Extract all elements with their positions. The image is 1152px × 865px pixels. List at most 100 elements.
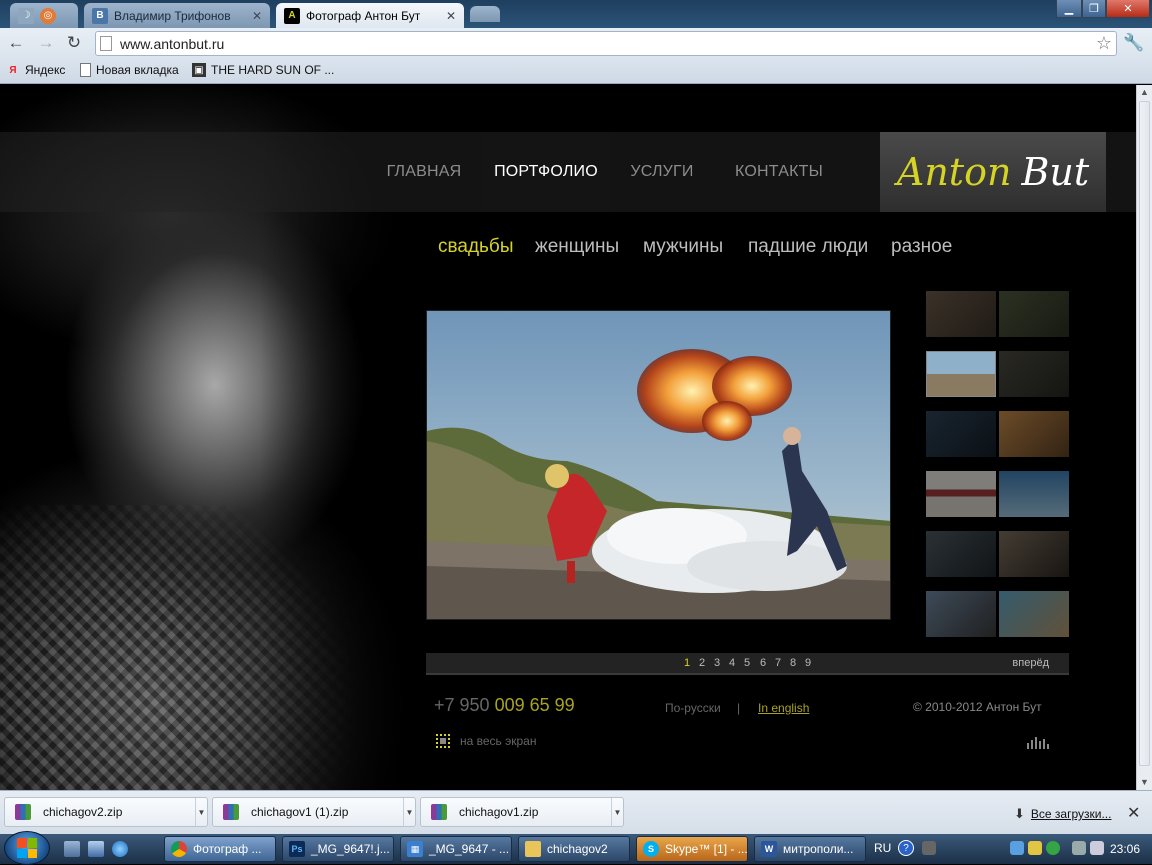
next-link[interactable]: вперёд (1012, 657, 1049, 669)
nav-portfolio[interactable]: ПОРТФОЛИО (482, 132, 610, 212)
lang-english[interactable]: In english (758, 701, 809, 715)
download-item[interactable]: chichagov1.zip ▼ (420, 797, 624, 827)
new-tab-button[interactable] (470, 6, 500, 22)
scrollbar-thumb[interactable] (1139, 101, 1150, 766)
wrench-icon[interactable]: 🔧 (1123, 33, 1144, 53)
task-word[interactable]: W митрополи... (754, 836, 866, 862)
nav-contacts[interactable]: КОНТАКТЫ (724, 132, 834, 212)
bookmark-hard-sun[interactable]: ▣ THE HARD SUN OF ... (192, 63, 334, 77)
clock[interactable]: 23:06 (1110, 842, 1140, 856)
all-downloads-link[interactable]: ⬇ Все загрузки... (1014, 806, 1111, 822)
lang-separator: | (737, 701, 741, 715)
download-item[interactable]: chichagov1 (1).zip ▼ (212, 797, 416, 827)
task-chrome[interactable]: Фотограф ... (164, 836, 276, 862)
category-women[interactable]: женщины (535, 236, 619, 258)
bookmark-label: THE HARD SUN OF ... (211, 63, 335, 77)
chevron-down-icon[interactable]: ▼ (195, 798, 207, 826)
address-bar[interactable]: www.antonbut.ru ☆ (95, 31, 1117, 56)
scroll-down-icon[interactable]: ▼ (1140, 777, 1149, 787)
bookmark-star-icon[interactable]: ☆ (1096, 33, 1112, 54)
nav-home[interactable]: ГЛАВНАЯ (372, 132, 476, 212)
vertical-scrollbar[interactable]: ▲ ▼ (1136, 85, 1152, 790)
fullscreen-button[interactable]: на весь экран (436, 734, 536, 748)
tray-icon[interactable] (1046, 841, 1060, 855)
chrome-icon (171, 841, 187, 857)
nav-services[interactable]: УСЛУГИ (616, 132, 708, 212)
page-icon (100, 36, 112, 51)
thumbnail[interactable] (999, 531, 1069, 577)
maximize-button[interactable]: ❐ (1082, 0, 1106, 18)
forward-icon[interactable]: → (36, 33, 56, 53)
music-equalizer-icon[interactable] (1027, 737, 1049, 749)
scroll-up-icon[interactable]: ▲ (1140, 87, 1149, 97)
category-misc[interactable]: разное (891, 236, 952, 258)
page-link-3[interactable]: 3 (714, 657, 720, 669)
close-icon[interactable]: ✕ (446, 9, 456, 23)
explorer-icon[interactable] (88, 841, 104, 857)
thumbnail[interactable] (926, 531, 996, 577)
thumbnail[interactable] (999, 411, 1069, 457)
category-fallen-people[interactable]: падшие люди (748, 236, 868, 258)
thumbnail-active[interactable] (926, 351, 996, 397)
language-indicator[interactable]: RU (874, 841, 891, 855)
task-label: _MG_9647!.j... (311, 842, 390, 856)
page-link-6[interactable]: 6 (760, 657, 766, 669)
category-weddings[interactable]: свадьбы (438, 236, 513, 258)
tab-antonbut[interactable]: A Фотограф Антон Бут ✕ (276, 3, 464, 28)
task-label: Фотограф ... (193, 842, 262, 856)
download-filename: chichagov1.zip (459, 805, 539, 819)
thumbnail[interactable] (999, 471, 1069, 517)
download-item[interactable]: chichagov2.zip ▼ (4, 797, 208, 827)
close-icon[interactable]: ✕ (252, 9, 262, 23)
close-icon[interactable]: ✕ (1127, 803, 1140, 823)
phone-number: +7 950 009 65 99 (434, 695, 575, 716)
reload-icon[interactable]: ↻ (64, 33, 84, 53)
lang-russian[interactable]: По-русски (665, 701, 721, 715)
page-link-2[interactable]: 2 (699, 657, 705, 669)
page-link-9[interactable]: 9 (805, 657, 811, 669)
page-link-7[interactable]: 7 (775, 657, 781, 669)
thumbnail[interactable] (999, 351, 1069, 397)
chevron-down-icon[interactable]: ▼ (403, 798, 415, 826)
tab-pinned[interactable]: ☽ ◎ (10, 3, 78, 28)
tray-icon[interactable] (1010, 841, 1024, 855)
bookmark-yandex[interactable]: Я Яндекс (6, 63, 65, 77)
thumbnail[interactable] (926, 591, 996, 637)
task-photoshop[interactable]: Ps _MG_9647!.j... (282, 836, 394, 862)
page-link-4[interactable]: 4 (729, 657, 735, 669)
thumbnail[interactable] (999, 291, 1069, 337)
fullscreen-label: на весь экран (460, 734, 537, 748)
chevron-down-icon[interactable]: ▼ (611, 798, 623, 826)
internet-explorer-icon[interactable] (112, 841, 128, 857)
word-icon: W (761, 841, 777, 857)
network-icon[interactable] (1072, 841, 1086, 855)
url-text[interactable]: www.antonbut.ru (120, 36, 224, 52)
task-skype[interactable]: S Skype™ [1] - ... (636, 836, 748, 862)
start-button[interactable] (4, 831, 50, 865)
task-image-viewer[interactable]: ▦ _MG_9647 - ... (400, 836, 512, 862)
page-link-8[interactable]: 8 (790, 657, 796, 669)
page-link-1[interactable]: 1 (684, 657, 690, 669)
browser-title-bar: ☽ ◎ B Владимир Трифонов ✕ A Фотограф Ант… (0, 0, 1152, 28)
task-folder[interactable]: chichagov2 (518, 836, 630, 862)
close-window-button[interactable]: ✕ (1106, 0, 1150, 18)
show-desktop-icon[interactable] (64, 841, 80, 857)
volume-icon[interactable] (1090, 841, 1104, 855)
page-link-5[interactable]: 5 (744, 657, 750, 669)
bookmark-new-tab[interactable]: Новая вкладка (80, 63, 179, 77)
main-photo[interactable] (426, 310, 891, 620)
tray-icon[interactable] (1028, 841, 1042, 855)
thumbnail[interactable] (926, 411, 996, 457)
tab-vkontakte[interactable]: B Владимир Трифонов ✕ (84, 3, 270, 28)
thumbnail[interactable] (926, 291, 996, 337)
category-men[interactable]: мужчины (643, 236, 723, 258)
help-icon[interactable]: ? (898, 840, 914, 856)
thumbnail[interactable] (926, 471, 996, 517)
tray-icon[interactable] (922, 841, 936, 855)
site-logo[interactable]: Anton But (880, 132, 1106, 212)
minimize-button[interactable]: ▁ (1056, 0, 1082, 18)
back-icon[interactable]: ← (6, 33, 26, 53)
zip-archive-icon (15, 804, 31, 820)
thumbnail[interactable] (999, 591, 1069, 637)
phone-prefix: +7 950 (434, 695, 490, 715)
